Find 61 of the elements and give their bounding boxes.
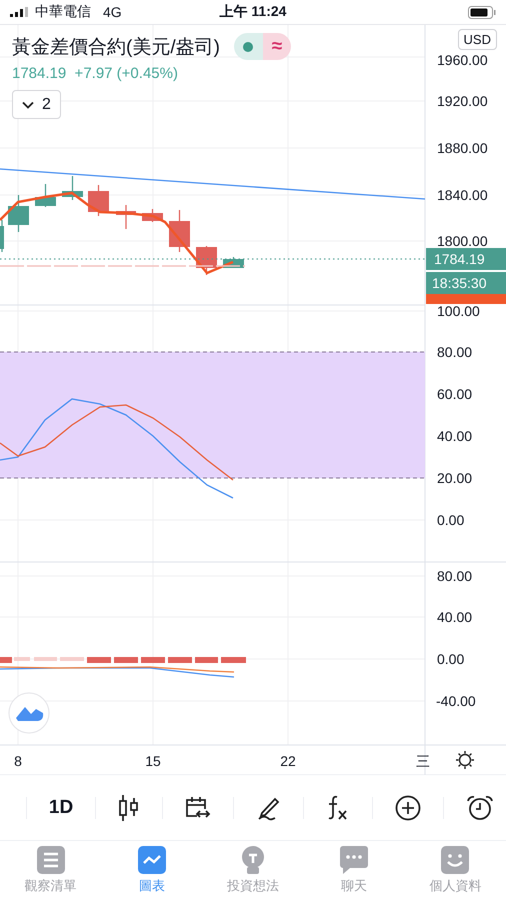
indicators-toggle-button[interactable]: 2 [12,90,61,119]
oscillator-axis-label: 80.00 [437,344,472,360]
candles-icon [118,794,140,820]
tab-bar-item[interactable]: 觀察清單 [0,841,102,900]
chevron-down-icon [22,100,34,108]
price-axis-label: 1840.00 [437,187,488,203]
currency-button[interactable]: USD [458,29,497,50]
cloud-chart-icon [16,707,44,721]
candle [35,184,56,207]
candle [88,185,109,216]
trend-line[interactable] [0,168,426,200]
status-dot-icon [243,42,254,52]
time-axis-label: 22 [280,753,296,769]
network-type: 4G [103,4,122,20]
last-price-tag: 1784.19 [426,248,506,270]
oscillator-axis-label: 40.00 [437,428,472,444]
candle [8,195,29,232]
tab-bar-item[interactable]: 個人資料 [404,841,506,900]
settings-icon[interactable] [455,750,475,770]
delayed-data-indicator[interactable]: ≈ [262,33,291,60]
candle [169,210,190,252]
interval-button[interactable]: 1D [44,792,78,822]
macd-axis-label: -40.00 [436,693,476,709]
symbol-title[interactable]: 黃金差價合約(美元/盎司) [12,34,220,60]
macd-axis-label: 40.00 [437,609,472,625]
time-axis-label: 8 [14,753,22,769]
smiley-icon [441,846,470,874]
alarm-clock-icon [466,794,494,822]
battery-icon [468,6,496,18]
price-change-text: 1784.19 +7.97 (+0.45%) [12,65,178,82]
market-status-indicator[interactable] [234,33,263,60]
oscillator-axis-label: 100.00 [437,303,480,319]
chart-icon [138,846,166,874]
oscillator-axis-label: 0.00 [437,512,464,528]
oscillator-axis-label: 60.00 [437,386,472,402]
time-axis-label: 三 [416,753,430,769]
price-axis-label: 1960.00 [437,52,488,68]
chat-icon [340,846,368,874]
price-axis-label: 1880.00 [437,140,488,156]
tab-bar-item[interactable]: 圖表 [101,841,202,900]
macd-axis-label: 80.00 [437,568,472,584]
lightbulb-icon [239,846,267,874]
candle [196,246,217,275]
price-axis-label: 1920.00 [437,93,488,109]
candle [62,176,83,200]
countdown-tag: 18:35:30 [426,272,506,294]
tab-bar-item[interactable]: 投資想法 [202,841,304,900]
clock-time: 上午 11:24 [220,3,286,21]
signal-icon [10,7,28,17]
candle [0,220,4,252]
candle [142,209,163,222]
time-axis-label: 15 [145,753,161,769]
price-axis-label: 1800.00 [437,233,488,249]
candle [116,205,136,229]
carrier-name: 中華電信 [35,3,91,21]
list-icon [36,846,65,874]
oscillator-axis-label: 20.00 [437,470,472,486]
plus-circle-icon [395,794,422,820]
tab-bar-item[interactable]: 聊天 [304,841,405,900]
macd-axis-label: 0.00 [437,651,464,667]
calendar-arrows-icon [184,796,211,820]
